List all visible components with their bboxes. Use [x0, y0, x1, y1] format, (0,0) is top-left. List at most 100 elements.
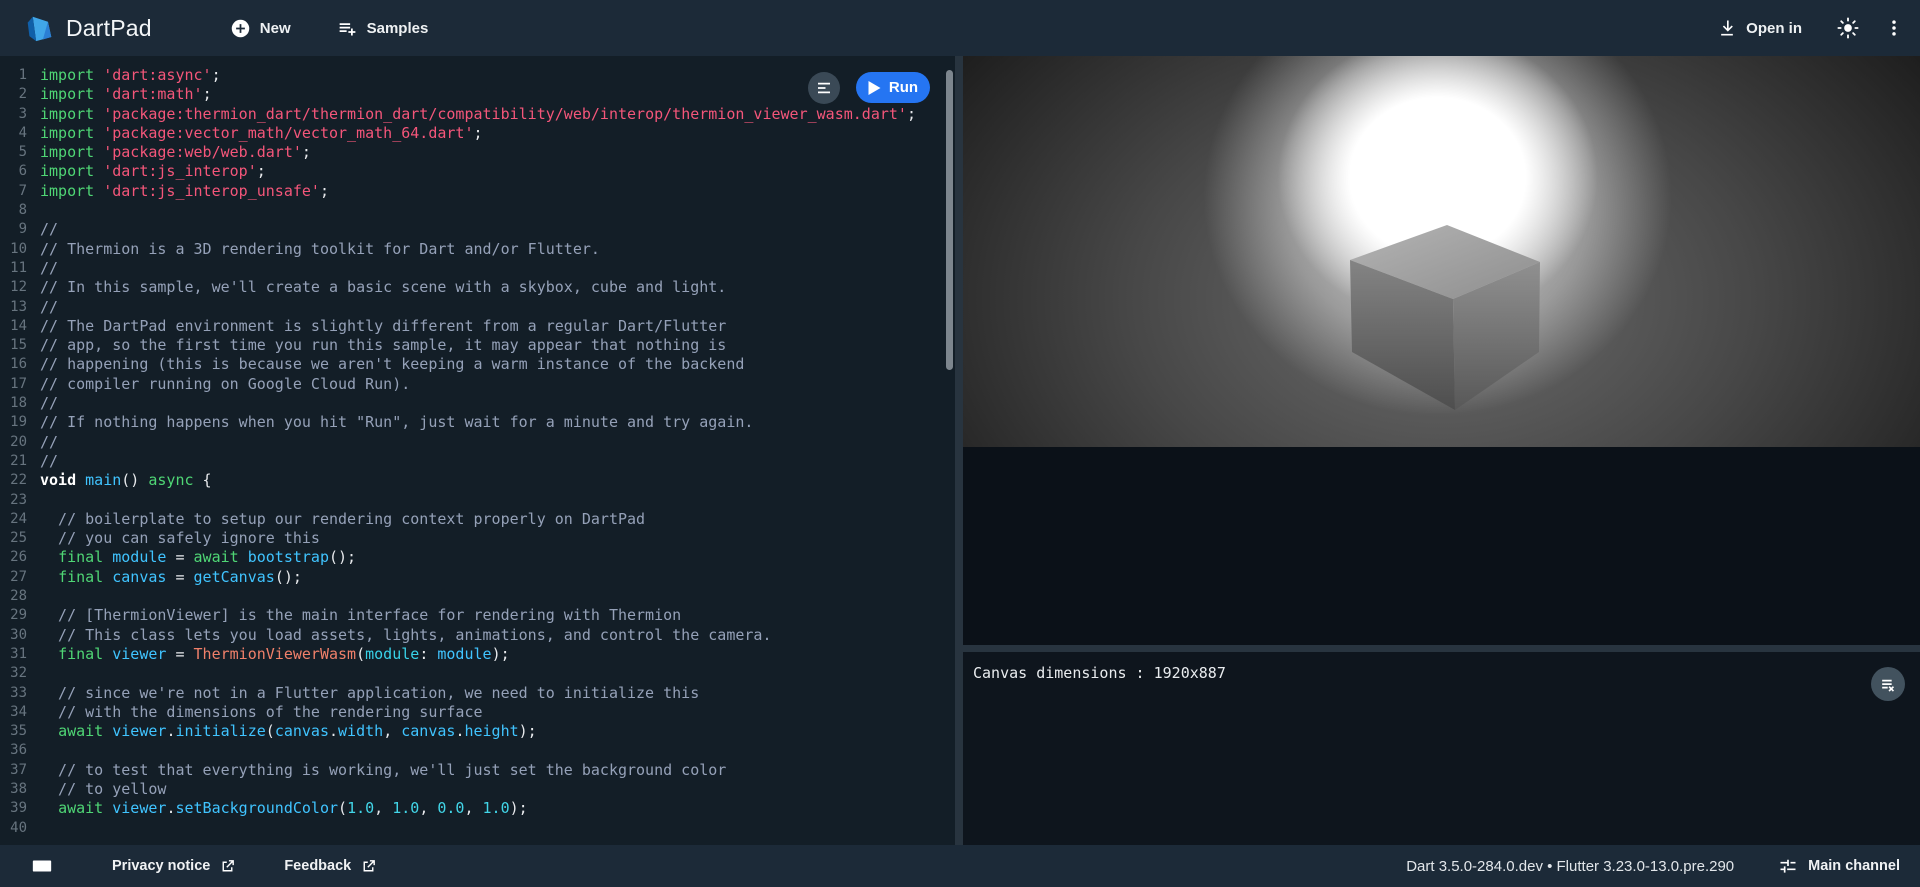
- code-line: 6import 'dart:js_interop';: [0, 162, 955, 181]
- line-number: 5: [0, 143, 40, 162]
- token-kw: import: [40, 124, 103, 142]
- token-cm: // happening (this is because we aren't …: [40, 355, 744, 373]
- playlist-add-icon: [337, 18, 358, 39]
- code-text: //: [40, 394, 58, 413]
- token-pl: [40, 568, 58, 586]
- token-pl: ();: [275, 568, 302, 586]
- token-pl: =: [166, 568, 193, 586]
- code-line: 23: [0, 491, 955, 510]
- token-pl: ;: [320, 182, 329, 200]
- open-in-label: Open in: [1746, 20, 1802, 37]
- code-lines: 1import 'dart:async';2import 'dart:math'…: [0, 66, 955, 838]
- keyboard-shortcuts-button[interactable]: [24, 848, 60, 884]
- token-pl: [40, 799, 58, 817]
- line-number: 37: [0, 761, 40, 780]
- editor-scrollbar-thumb[interactable]: [946, 70, 953, 370]
- token-cm: // The DartPad environment is slightly d…: [40, 317, 726, 335]
- samples-button[interactable]: Samples: [337, 18, 429, 39]
- token-pl: ;: [907, 105, 916, 123]
- overflow-menu-button[interactable]: [1876, 10, 1912, 46]
- token-id: main: [85, 471, 121, 489]
- code-text: import 'package:vector_math/vector_math_…: [40, 124, 483, 143]
- open-in-button[interactable]: Open in: [1717, 18, 1802, 38]
- token-str: 'package:thermion_dart/thermion_dart/com…: [103, 105, 907, 123]
- token-kw: final: [58, 645, 112, 663]
- feedback-link[interactable]: Feedback: [284, 858, 377, 875]
- token-cm: //: [40, 298, 58, 316]
- line-number: 12: [0, 278, 40, 297]
- code-line: 3import 'package:thermion_dart/thermion_…: [0, 105, 955, 124]
- line-number: 13: [0, 298, 40, 317]
- token-cm: //: [40, 259, 58, 277]
- code-line: 15// app, so the first time you run this…: [0, 336, 955, 355]
- code-editor[interactable]: 1import 'dart:async';2import 'dart:math'…: [0, 56, 955, 845]
- code-line: 36: [0, 741, 955, 760]
- code-line: 19// If nothing happens when you hit "Ru…: [0, 413, 955, 432]
- token-pl: ,: [419, 799, 437, 817]
- line-number: 15: [0, 336, 40, 355]
- code-line: 5import 'package:web/web.dart';: [0, 143, 955, 162]
- rendered-cube: [1347, 224, 1541, 410]
- code-line: 8: [0, 201, 955, 220]
- code-text: import 'package:web/web.dart';: [40, 143, 311, 162]
- token-str: 'package:web/web.dart': [103, 143, 302, 161]
- token-pl: (): [121, 471, 148, 489]
- code-line: 18//: [0, 394, 955, 413]
- token-num: 1.0: [392, 799, 419, 817]
- line-number: 6: [0, 162, 40, 181]
- token-id: canvas: [275, 722, 329, 740]
- line-number: 26: [0, 548, 40, 567]
- run-button-label: Run: [889, 79, 918, 96]
- line-number: 17: [0, 375, 40, 394]
- code-line: 21//: [0, 452, 955, 471]
- samples-button-label: Samples: [367, 20, 429, 37]
- code-text: // happening (this is because we aren't …: [40, 355, 744, 374]
- clear-console-button[interactable]: [1871, 667, 1905, 701]
- code-line: 11//: [0, 259, 955, 278]
- privacy-notice-link[interactable]: Privacy notice: [112, 858, 236, 875]
- sun-icon: [1837, 17, 1859, 39]
- code-line: 16// happening (this is because we aren'…: [0, 355, 955, 374]
- token-id: getCanvas: [194, 568, 275, 586]
- format-button[interactable]: [808, 72, 840, 104]
- token-pl: =: [166, 548, 193, 566]
- horizontal-splitter[interactable]: [963, 645, 1920, 652]
- token-cm: //: [40, 220, 58, 238]
- token-cm: //: [40, 452, 58, 470]
- brightness-toggle-button[interactable]: [1830, 10, 1866, 46]
- line-number: 23: [0, 491, 40, 510]
- code-text: import 'dart:async';: [40, 66, 221, 85]
- line-number: 29: [0, 606, 40, 625]
- token-kw: import: [40, 182, 103, 200]
- channel-selector-button[interactable]: Main channel: [1778, 856, 1900, 876]
- run-button[interactable]: Run: [856, 72, 930, 103]
- code-text: import 'dart:js_interop';: [40, 162, 266, 181]
- code-line: 39 await viewer.setBackgroundColor(1.0, …: [0, 799, 955, 818]
- privacy-notice-label: Privacy notice: [112, 858, 210, 874]
- code-text: import 'dart:math';: [40, 85, 212, 104]
- token-kw: async: [148, 471, 193, 489]
- token-pl: ;: [302, 143, 311, 161]
- code-line: 12// In this sample, we'll create a basi…: [0, 278, 955, 297]
- token-cm: //: [40, 394, 58, 412]
- code-line: 25 // you can safely ignore this: [0, 529, 955, 548]
- code-line: 13//: [0, 298, 955, 317]
- token-pl: [40, 645, 58, 663]
- new-button[interactable]: New: [230, 18, 291, 39]
- keyboard-icon: [31, 855, 53, 877]
- console-output: Canvas dimensions : 1920x887: [973, 663, 1910, 683]
- token-kw: await: [194, 548, 248, 566]
- line-number: 36: [0, 741, 40, 760]
- code-line: 7import 'dart:js_interop_unsafe';: [0, 182, 955, 201]
- code-line: 17// compiler running on Google Cloud Ru…: [0, 375, 955, 394]
- code-text: // app, so the first time you run this s…: [40, 336, 726, 355]
- token-str: 'dart:math': [103, 85, 202, 103]
- open-in-new-icon: [219, 858, 236, 875]
- code-text: // you can safely ignore this: [40, 529, 320, 548]
- token-num: 1.0: [483, 799, 510, 817]
- token-num: 1.0: [347, 799, 374, 817]
- line-number: 39: [0, 799, 40, 818]
- code-text: final canvas = getCanvas();: [40, 568, 302, 587]
- vertical-splitter[interactable]: [955, 56, 963, 845]
- token-str: 'package:vector_math/vector_math_64.dart…: [103, 124, 473, 142]
